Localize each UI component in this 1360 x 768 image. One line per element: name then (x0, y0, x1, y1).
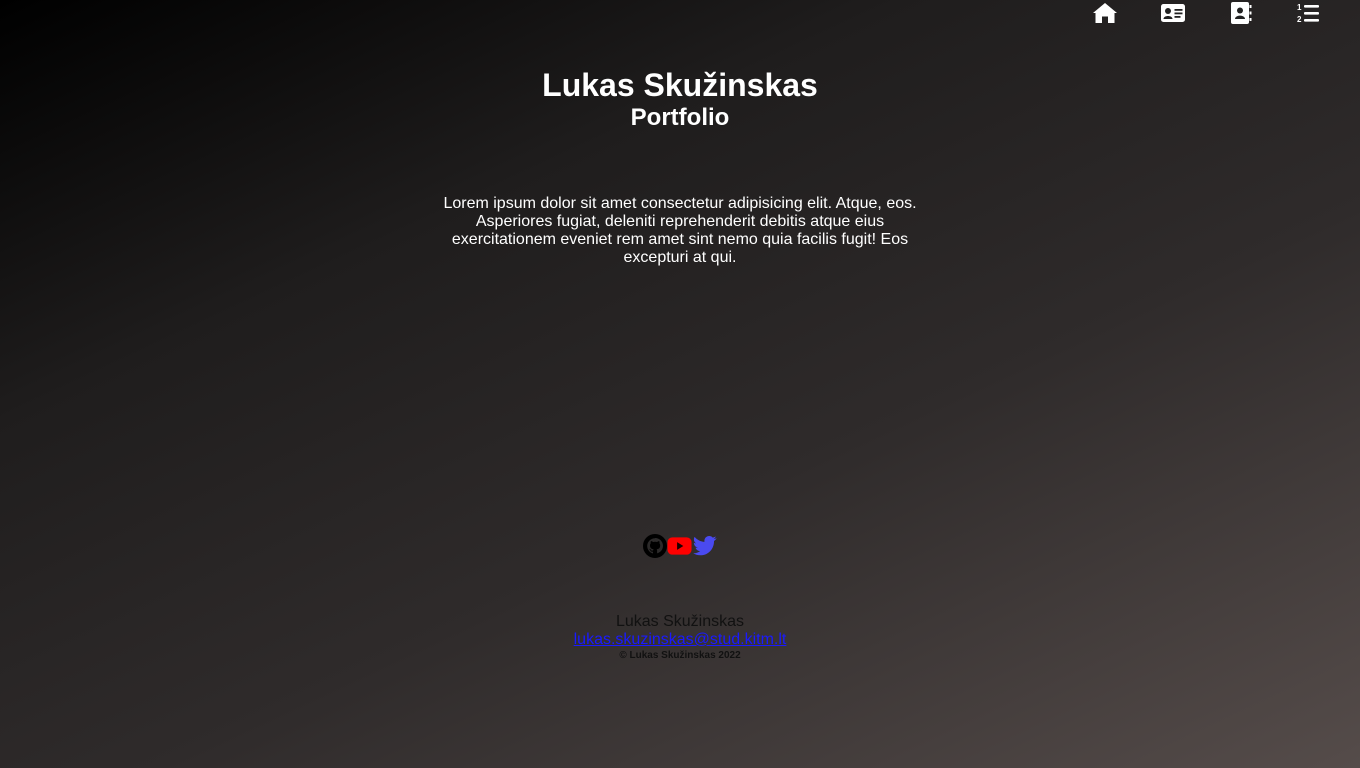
page-footer: Lukas Skužinskas lukas.skuzinskas@stud.k… (0, 613, 1360, 663)
footer-name: Lukas Skužinskas (615, 613, 745, 630)
nav-list-link[interactable]: 1 2 (1295, 1, 1321, 25)
address-book-icon (1231, 2, 1252, 24)
nav-home-link[interactable] (1092, 1, 1118, 25)
list-ol-icon: 1 2 (1297, 3, 1319, 24)
twitter-icon (692, 536, 716, 556)
github-link[interactable] (642, 534, 667, 559)
nav-contacts-link[interactable] (1228, 1, 1254, 25)
page-title: Lukas Skužinskas (542, 67, 818, 103)
svg-text:2: 2 (1297, 15, 1302, 24)
social-links (642, 533, 717, 559)
page-header: Lukas Skužinskas Portfolio (0, 66, 1360, 132)
youtube-icon (667, 537, 692, 555)
id-card-icon (1161, 4, 1185, 22)
footer-email-link[interactable]: lukas.skuzinskas@stud.kitm.lt (574, 631, 787, 649)
nav-about-link[interactable] (1160, 1, 1186, 25)
github-icon (642, 534, 667, 558)
top-navigation: 1 2 (0, 0, 1360, 26)
home-icon (1093, 3, 1117, 23)
page-subtitle: Portfolio (630, 104, 730, 131)
intro-paragraph: Lorem ipsum dolor sit amet consectetur a… (443, 195, 917, 266)
footer-copyright: © Lukas Skužinskas 2022 (619, 650, 741, 661)
svg-text:1: 1 (1297, 3, 1302, 12)
youtube-link[interactable] (667, 534, 692, 559)
twitter-link[interactable] (692, 534, 717, 559)
